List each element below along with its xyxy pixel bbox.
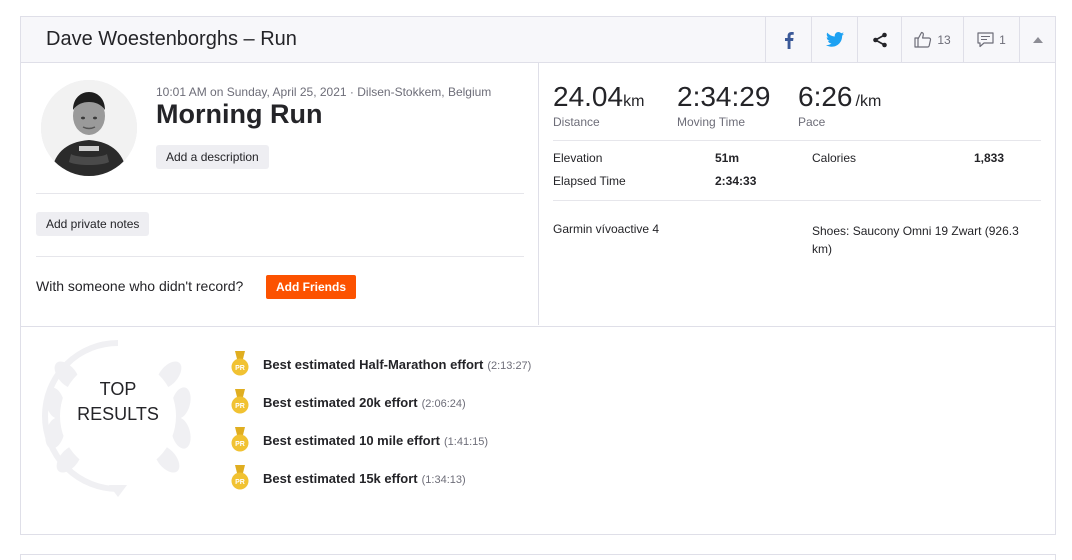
- add-private-notes-button[interactable]: Add private notes: [36, 212, 150, 236]
- comments-button[interactable]: 1: [963, 17, 1019, 62]
- result-text: Best estimated 10 mile effort (1:41:15): [263, 432, 489, 448]
- device-name: Garmin vívoactive 4: [553, 222, 660, 236]
- result-text: Best estimated Half-Marathon effort (2:13…: [263, 356, 532, 372]
- twitter-icon: [825, 32, 844, 47]
- top-results-section: TOP RESULTS PR Best estimated Half-Marat…: [21, 326, 1055, 535]
- stat-moving-time: 2:34:29 Moving Time: [677, 81, 770, 129]
- share-icon: [872, 32, 887, 47]
- collapse-button[interactable]: [1019, 17, 1055, 62]
- top-results-line2: RESULTS: [77, 404, 159, 424]
- divider: [36, 256, 524, 257]
- athlete-avatar[interactable]: [41, 80, 137, 176]
- facebook-icon: [784, 31, 794, 49]
- caret-up-icon: [1032, 36, 1043, 43]
- activity-meta: 10:01 AM on Sunday, April 25, 2021 · Dil…: [156, 85, 492, 99]
- calories-label: Calories: [812, 151, 857, 165]
- kudos-button[interactable]: 13: [901, 17, 963, 62]
- distance-value: 24.04: [553, 81, 624, 112]
- header-title: Dave Woestenborghs – Run: [46, 28, 297, 50]
- svg-text:PR: PR: [235, 365, 245, 372]
- elapsed-time-value: 2:34:33: [715, 174, 757, 188]
- svg-text:PR: PR: [235, 441, 245, 448]
- athlete-photo: [41, 80, 137, 176]
- distance-label: Distance: [553, 115, 600, 129]
- next-card-edge: [20, 554, 1056, 560]
- activity-stats: 24.04km Distance 2:34:29 Moving Time 6:2…: [539, 63, 1055, 325]
- result-text: Best estimated 20k effort (2:06:24): [263, 394, 466, 410]
- moving-time-label: Moving Time: [677, 115, 746, 129]
- activity-summary: 10:01 AM on Sunday, April 25, 2021 · Dil…: [21, 63, 539, 325]
- divider: [553, 200, 1041, 201]
- stat-distance: 24.04km Distance: [553, 81, 644, 129]
- with-someone-text: With someone who didn't record?: [36, 278, 244, 294]
- result-row[interactable]: PR Best estimated Half-Marathon effort (2…: [231, 350, 531, 378]
- add-friends-button[interactable]: Add Friends: [266, 275, 357, 299]
- result-row[interactable]: PR Best estimated 20k effort (2:06:24): [231, 388, 466, 416]
- activity-title: Morning Run: [156, 99, 323, 129]
- elapsed-time-label: Elapsed Time: [553, 174, 626, 188]
- pr-medal-icon: PR: [231, 427, 249, 452]
- svg-text:PR: PR: [235, 403, 245, 410]
- twitter-share-button[interactable]: [811, 17, 857, 62]
- svg-text:PR: PR: [235, 479, 245, 486]
- elevation-label: Elevation: [553, 151, 603, 165]
- moving-time-value: 2:34:29: [677, 81, 771, 112]
- pr-medal-icon: PR: [231, 465, 249, 490]
- share-button[interactable]: [857, 17, 901, 62]
- elevation-value: 51m: [715, 151, 740, 165]
- comments-count: 1: [999, 32, 1006, 47]
- facebook-share-button[interactable]: [765, 17, 811, 62]
- pace-unit: /km: [855, 93, 882, 110]
- shoes-info[interactable]: Shoes: Saucony Omni 19 Zwart (926.3 km): [812, 222, 1037, 258]
- add-description-button[interactable]: Add a description: [156, 145, 269, 169]
- activity-header: Dave Woestenborghs – Run 13 1: [21, 17, 1055, 63]
- comment-icon: [977, 31, 994, 47]
- top-results-label: TOP RESULTS: [63, 377, 173, 427]
- divider: [36, 193, 524, 194]
- top-results-line1: TOP: [99, 379, 137, 399]
- pace-value: 6:26: [798, 81, 853, 112]
- divider: [553, 140, 1041, 141]
- thumbs-up-icon: [914, 31, 932, 48]
- activity-card: Dave Woestenborghs – Run 13 1 10:01 AM o…: [20, 16, 1056, 535]
- stat-pace: 6:26/km Pace: [798, 81, 881, 129]
- distance-unit: km: [623, 93, 645, 110]
- result-row[interactable]: PR Best estimated 10 mile effort (1:41:15…: [231, 426, 488, 454]
- result-text: Best estimated 15k effort (1:34:13): [263, 470, 466, 486]
- result-row[interactable]: PR Best estimated 15k effort (1:34:13): [231, 464, 466, 492]
- pr-medal-icon: PR: [231, 389, 249, 414]
- calories-value: 1,833: [974, 151, 1005, 165]
- kudos-count: 13: [937, 32, 951, 47]
- pr-medal-icon: PR: [231, 351, 249, 376]
- pace-label: Pace: [798, 115, 826, 129]
